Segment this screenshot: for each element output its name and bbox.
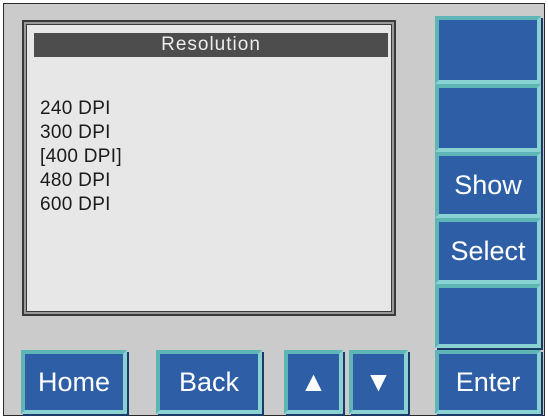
- soft-key-1-button[interactable]: [435, 16, 541, 84]
- select-button[interactable]: Select: [435, 218, 541, 284]
- screen-title: Resolution: [34, 33, 388, 57]
- home-button[interactable]: Home: [21, 350, 127, 414]
- soft-key-2-button[interactable]: [435, 84, 541, 152]
- display-screen: Resolution 240 DPI 300 DPI [400 DPI] 480…: [22, 20, 396, 316]
- resolution-options: 240 DPI 300 DPI [400 DPI] 480 DPI 600 DP…: [40, 97, 122, 217]
- up-arrow-icon: ▲: [299, 366, 328, 397]
- down-arrow-button[interactable]: ▼: [349, 350, 408, 414]
- soft-key-5-button[interactable]: [435, 284, 541, 348]
- back-button[interactable]: Back: [156, 350, 262, 414]
- option-400-dpi-selected[interactable]: [400 DPI]: [40, 145, 122, 169]
- up-arrow-button[interactable]: ▲: [284, 350, 343, 414]
- control-panel: Resolution 240 DPI 300 DPI [400 DPI] 480…: [3, 3, 545, 416]
- option-600-dpi[interactable]: 600 DPI: [40, 193, 122, 217]
- enter-button[interactable]: Enter: [435, 350, 541, 414]
- show-button[interactable]: Show: [435, 152, 541, 218]
- option-240-dpi[interactable]: 240 DPI: [40, 97, 122, 121]
- option-480-dpi[interactable]: 480 DPI: [40, 169, 122, 193]
- down-arrow-icon: ▼: [364, 366, 393, 397]
- option-300-dpi[interactable]: 300 DPI: [40, 121, 122, 145]
